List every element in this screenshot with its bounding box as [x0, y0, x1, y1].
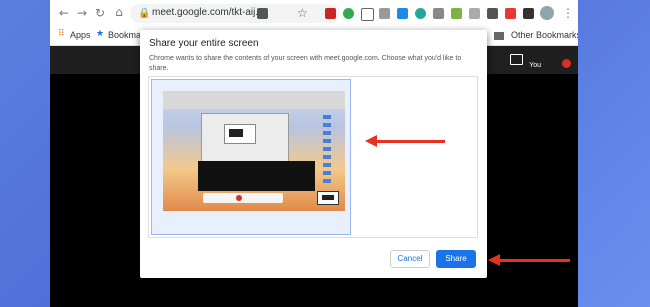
other-bookmarks[interactable]: Other Bookmarks	[511, 30, 578, 40]
browser-toolbar: ← → ↻ ⌂ 🔒 meet.google.com/tkt-aij... ☆ ⋮	[50, 0, 578, 28]
avatar[interactable]	[540, 6, 554, 20]
annotation-arrow	[488, 254, 570, 266]
extension-icon[interactable]	[505, 8, 516, 19]
screen-option[interactable]	[151, 79, 351, 235]
annotation-arrow	[365, 135, 445, 147]
home-icon[interactable]: ⌂	[113, 6, 125, 18]
back-icon[interactable]: ←	[58, 7, 70, 19]
extension-icon[interactable]	[397, 8, 408, 19]
forward-icon[interactable]: →	[76, 7, 88, 19]
folder-icon	[494, 32, 504, 40]
camera-icon[interactable]	[257, 8, 268, 19]
url-text: meet.google.com/tkt-aij...	[152, 7, 264, 18]
chat-icon[interactable]	[510, 54, 523, 65]
extension-icon[interactable]	[415, 8, 426, 19]
bookmark-star-icon[interactable]: ☆	[297, 6, 308, 20]
extension-icon[interactable]	[433, 8, 444, 19]
extension-icon[interactable]	[487, 8, 498, 19]
address-bar[interactable]: 🔒 meet.google.com/tkt-aij...	[130, 4, 340, 23]
apps-grid-icon: ⠿	[58, 29, 65, 39]
more-menu-icon[interactable]: ⋮	[562, 7, 574, 19]
lock-icon: 🔒	[138, 8, 151, 19]
extension-icon[interactable]	[451, 8, 462, 19]
bookmark-apps[interactable]: Apps	[70, 30, 91, 40]
extension-icon[interactable]	[325, 8, 336, 19]
screen-list	[148, 76, 478, 238]
share-screen-dialog: Share your entire screen Chrome wants to…	[140, 30, 487, 278]
dialog-message: Chrome wants to share the contents of yo…	[149, 55, 462, 72]
extension-icon[interactable]	[379, 8, 390, 19]
participant-you-label: You	[529, 62, 541, 69]
reload-icon[interactable]: ↻	[94, 7, 106, 19]
extension-icon[interactable]	[469, 8, 480, 19]
extension-icon[interactable]	[523, 8, 534, 19]
mic-muted-icon	[562, 59, 571, 68]
cancel-button[interactable]: Cancel	[390, 250, 430, 268]
extension-icon[interactable]	[343, 8, 354, 19]
pocket-icon[interactable]	[361, 8, 374, 21]
screen-thumbnail	[163, 91, 345, 211]
dialog-title: Share your entire screen	[149, 38, 259, 49]
bookmark-star-icon: ★	[96, 29, 105, 39]
share-button[interactable]: Share	[436, 250, 476, 268]
